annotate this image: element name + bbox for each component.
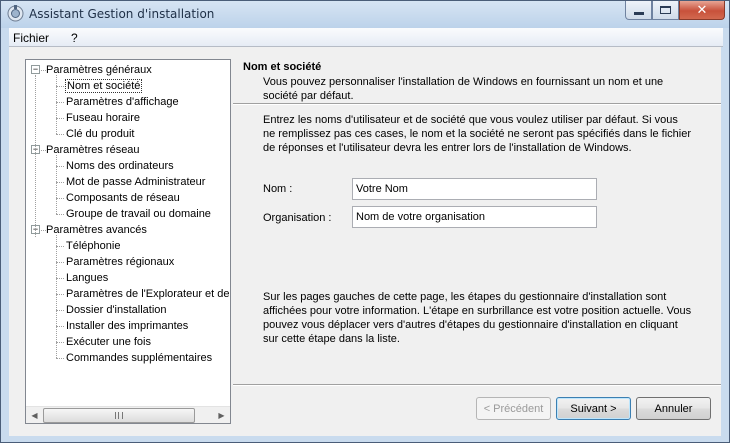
tree-connector [56, 214, 64, 215]
organisation-input[interactable] [352, 206, 597, 228]
tree-item-label: Commandes supplémentaires [66, 352, 213, 364]
maximize-icon [660, 6, 671, 14]
help-text: Sur les pages gauches de cette page, les… [263, 291, 692, 345]
menu-bar: Fichier ? [9, 28, 723, 47]
tree-group[interactable]: Paramètres avancés [46, 222, 147, 238]
page-description: Vous pouvez personnaliser l'installation… [263, 76, 664, 102]
maximize-button[interactable] [652, 1, 679, 20]
tree-item-label: Composants de réseau [66, 192, 180, 204]
tree-item[interactable]: Noms des ordinateurs [66, 158, 174, 174]
tree-item[interactable]: Paramètres de l'Explorateur et de [66, 286, 230, 302]
tree-item-label: Installer des imprimantes [66, 320, 189, 332]
tree-connector [56, 75, 57, 134]
tree-item-label: Noms des ordinateurs [66, 160, 174, 172]
tree-item-label: Téléphonie [66, 240, 121, 252]
tree-connector [56, 118, 64, 119]
scroll-left-arrow-icon[interactable]: ◀ [26, 407, 43, 423]
tree-connector [56, 310, 64, 311]
tree-item-label: Exécuter une fois [66, 336, 151, 348]
tree-connector [56, 166, 64, 167]
name-input[interactable] [352, 178, 597, 200]
grip-icon [115, 412, 123, 419]
page-title: Nom et société [243, 61, 322, 73]
tree-item[interactable]: Installer des imprimantes [66, 318, 188, 334]
tree-connector [56, 246, 64, 247]
tree-item[interactable]: Commandes supplémentaires [66, 350, 212, 366]
tree-item[interactable]: Composants de réseau [66, 190, 180, 206]
window-title: Assistant Gestion d'installation [29, 7, 215, 21]
close-button[interactable]: ✕ [679, 1, 725, 20]
tree-connector [56, 86, 64, 87]
window-edge [721, 47, 729, 436]
tree-connector [56, 278, 64, 279]
tree-connector [35, 75, 36, 237]
setup-manager-icon [7, 5, 24, 22]
tree-item[interactable]: Exécuter une fois [66, 334, 151, 350]
name-label: Nom : [263, 183, 293, 195]
tree-item-label: Groupe de travail ou domaine [66, 208, 211, 220]
tree-item-label: Fuseau horaire [66, 112, 140, 124]
wizard-window: Assistant Gestion d'installation ✕ Fichi… [0, 0, 730, 443]
header-divider [233, 103, 723, 105]
tree-horizontal-scrollbar[interactable]: ◀ ▶ [26, 406, 230, 423]
tree-item[interactable]: Paramètres d'affichage [66, 94, 179, 110]
next-button[interactable]: Suivant > [556, 397, 631, 420]
tree-item[interactable]: Clé du produit [66, 126, 135, 142]
tree-group-label: Paramètres avancés [46, 224, 147, 236]
tree-item-label: Langues [66, 272, 109, 284]
cancel-button[interactable]: Annuler [636, 397, 711, 420]
tree-connector [56, 262, 64, 263]
footer-divider [233, 384, 723, 386]
tree-item[interactable]: Paramètres régionaux [66, 254, 174, 270]
tree-item-label: Dossier d'installation [66, 304, 167, 316]
page-header: Nom et société Vous pouvez personnaliser… [233, 59, 723, 107]
tree-group-label: Paramètres réseau [46, 144, 140, 156]
tree-group[interactable]: Paramètres généraux [46, 62, 152, 78]
tree-item[interactable]: Téléphonie [66, 238, 120, 254]
organisation-label: Organisation : [263, 212, 332, 224]
caption-buttons: ✕ [625, 1, 725, 20]
tree-connector [56, 155, 57, 214]
back-button[interactable]: < Précédent [476, 397, 551, 420]
tree-item-label: Clé du produit [66, 128, 135, 140]
intro-text: Entrez les noms d'utilisateur et de soci… [263, 114, 691, 154]
scroll-right-arrow-icon[interactable]: ▶ [213, 407, 230, 423]
tree-connector [56, 326, 64, 327]
tree-item-label: Nom et société [64, 79, 143, 93]
tree-item-label: Paramètres d'affichage [66, 96, 179, 108]
tree-connector [56, 198, 64, 199]
tree-group[interactable]: Paramètres réseau [46, 142, 140, 158]
tree-item[interactable]: Groupe de travail ou domaine [66, 206, 211, 222]
minimize-icon [633, 11, 644, 15]
tree-connector [56, 342, 64, 343]
tree-item[interactable]: Dossier d'installation [66, 302, 167, 318]
close-icon: ✕ [696, 2, 708, 18]
tree-connector [56, 235, 57, 358]
tree-item[interactable]: Nom et société [64, 78, 143, 94]
tree-item-label: Mot de passe Administrateur [66, 176, 206, 188]
tree-connector [56, 358, 64, 359]
menu-help[interactable]: ? [71, 31, 78, 45]
scroll-thumb[interactable] [43, 408, 195, 423]
tree-item-label: Paramètres de l'Explorateur et de [66, 288, 230, 300]
minimize-button[interactable] [625, 1, 652, 20]
tree-connector [56, 102, 64, 103]
tree-item-label: Paramètres régionaux [66, 256, 175, 268]
tree-item[interactable]: Langues [66, 270, 108, 286]
tree-item[interactable]: Mot de passe Administrateur [66, 174, 205, 190]
wizard-client-area: ◀ ▶ − Paramètres généraux Nom et société Pa… [9, 47, 723, 436]
steps-tree[interactable]: ◀ ▶ − Paramètres généraux Nom et société Pa… [25, 59, 231, 424]
tree-item[interactable]: Fuseau horaire [66, 110, 140, 126]
collapse-icon[interactable]: − [31, 65, 40, 74]
title-bar[interactable]: Assistant Gestion d'installation ✕ [1, 1, 729, 28]
menu-fichier[interactable]: Fichier [13, 31, 49, 45]
tree-connector [56, 134, 64, 135]
tree-connector [56, 182, 64, 183]
tree-group-label: Paramètres généraux [46, 64, 152, 76]
tree-connector [56, 294, 64, 295]
